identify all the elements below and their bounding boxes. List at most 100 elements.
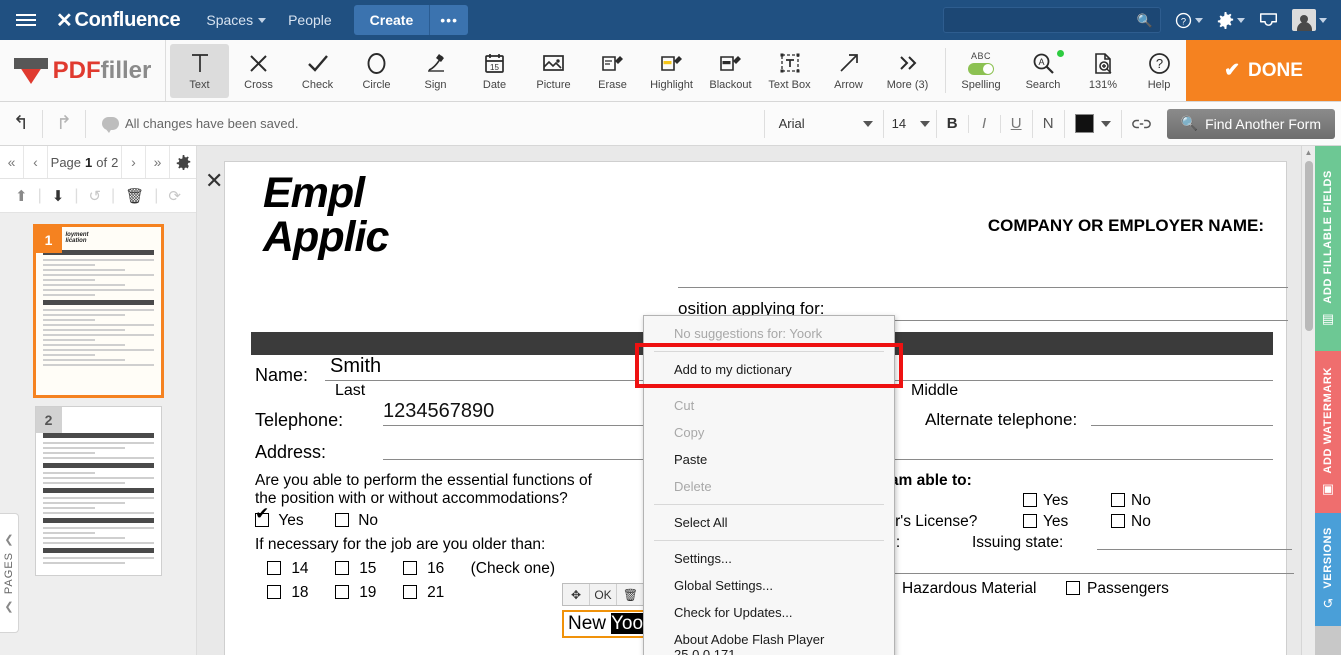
ctx-check-updates[interactable]: Check for Updates... <box>644 599 894 626</box>
ok-button[interactable]: OK <box>590 584 617 605</box>
ctx-settings[interactable]: Settings... <box>644 545 894 572</box>
license-yes-checkbox[interactable] <box>1023 514 1037 528</box>
textbox-tool-icon <box>779 50 801 76</box>
circle-tool-icon <box>366 50 387 76</box>
redo-button[interactable]: ↱ <box>43 102 85 146</box>
numeric-format-button[interactable]: N <box>1033 102 1064 146</box>
age-15-checkbox[interactable] <box>334 561 349 575</box>
confluence-search-input[interactable]: 🔍 <box>943 7 1161 33</box>
age-18-checkbox[interactable] <box>267 585 281 599</box>
tool-arrow[interactable]: Arrow <box>819 44 878 98</box>
q1-no-checkbox[interactable] <box>334 513 349 527</box>
bold-button[interactable]: B <box>937 102 968 146</box>
notifications-tray-icon[interactable] <box>1259 12 1278 28</box>
tool-spelling[interactable]: ABC Spelling <box>950 44 1012 98</box>
font-family-select[interactable]: Arial <box>765 102 883 146</box>
age-16-checkbox[interactable] <box>402 561 417 575</box>
tab-add-fillable-fields[interactable]: ADD FILLABLE FIELDS ▤ <box>1315 146 1341 351</box>
rotate-left-icon[interactable]: ↺ <box>88 187 101 205</box>
right-side-tabs: ADD FILLABLE FIELDS ▤ ADD WATERMARK ▣ VE… <box>1315 146 1341 655</box>
document-viewport[interactable]: ✕ Empl Applic COMPANY OR EMPLOYER NAME: … <box>197 146 1315 655</box>
thumbnail-page-1[interactable]: 1 loyment lication <box>32 224 164 398</box>
gear-icon[interactable] <box>170 146 196 178</box>
move-up-icon[interactable]: ⬆ <box>15 187 28 205</box>
tool-blackout[interactable]: Blackout <box>701 44 760 98</box>
tab-versions[interactable]: VERSIONS ↺ <box>1315 513 1341 626</box>
tool-zoom[interactable]: 131% <box>1074 44 1132 98</box>
ctx-paste[interactable]: Paste <box>644 446 894 473</box>
text-color-select[interactable] <box>1065 102 1121 146</box>
tool-circle[interactable]: Circle <box>347 44 406 98</box>
find-another-form-button[interactable]: 🔍 Find Another Form <box>1166 108 1335 139</box>
tool-cross[interactable]: Cross <box>229 44 288 98</box>
settings-gear-icon[interactable] <box>1217 11 1245 29</box>
tab-add-watermark[interactable]: ADD WATERMARK ▣ <box>1315 351 1341 513</box>
move-down-icon[interactable]: ⬇ <box>52 187 65 205</box>
tool-check[interactable]: Check <box>288 44 347 98</box>
confluence-mark-icon: ✕ <box>56 9 73 32</box>
ctx-select-all[interactable]: Select All <box>644 509 894 536</box>
chevron-down-icon <box>862 120 873 127</box>
passengers-label: Passengers <box>1087 580 1169 597</box>
pages-collapse-toggle[interactable]: ❮ PAGES ❮ <box>0 513 19 633</box>
thumbnail-page-2[interactable]: 2 <box>34 406 162 576</box>
undo-button[interactable]: ↰ <box>0 102 42 146</box>
divider <box>654 540 884 541</box>
confluence-logo[interactable]: ✕ Confluence <box>56 8 181 33</box>
cross-tool-icon <box>248 50 269 76</box>
font-size-select[interactable]: 14 <box>884 102 936 146</box>
issuing-state-field-line[interactable] <box>1097 549 1292 550</box>
delete-field-icon[interactable]: 🗑 <box>617 584 644 605</box>
done-button[interactable]: ✔ DONE <box>1186 40 1341 101</box>
document-scrollbar[interactable]: ▲ <box>1301 146 1315 655</box>
search-icon: 🔍 <box>1180 115 1199 131</box>
company-name-field-line[interactable] <box>678 287 1288 288</box>
user-avatar-icon[interactable] <box>1292 9 1327 31</box>
italic-button[interactable]: I <box>969 102 1000 146</box>
nav-people[interactable]: People <box>288 12 332 28</box>
passengers-checkbox[interactable] <box>1066 581 1080 595</box>
age-19-checkbox[interactable] <box>334 585 349 599</box>
scroll-up-icon[interactable]: ▲ <box>1302 146 1315 159</box>
replace-page-icon[interactable]: ⟳ <box>168 187 181 205</box>
last-page-button[interactable]: » <box>146 146 170 178</box>
tool-search-doc[interactable]: A Search <box>1012 44 1074 98</box>
next-page-button[interactable]: › <box>122 146 146 178</box>
position-field-line[interactable] <box>868 320 1288 321</box>
tool-more[interactable]: More (3) <box>878 44 937 98</box>
hamburger-icon[interactable] <box>16 14 44 26</box>
overtime-no-checkbox[interactable] <box>1111 493 1125 507</box>
page-current: 1 <box>85 154 93 170</box>
help-icon[interactable]: ? <box>1175 12 1203 29</box>
close-document-icon[interactable]: ✕ <box>205 168 223 194</box>
ctx-global-settings[interactable]: Global Settings... <box>644 572 894 599</box>
nav-spaces[interactable]: Spaces <box>206 12 267 28</box>
tool-picture[interactable]: Picture <box>524 44 583 98</box>
age-14-checkbox[interactable] <box>267 561 281 575</box>
move-field-icon[interactable]: ✥ <box>563 584 590 605</box>
tool-help[interactable]: ? Help <box>1132 44 1186 98</box>
age-15-label: 15 <box>359 560 377 577</box>
age-21-checkbox[interactable] <box>402 585 417 599</box>
tool-erase[interactable]: Erase <box>583 44 642 98</box>
overtime-yes-checkbox[interactable] <box>1023 493 1037 507</box>
tool-sign[interactable]: Sign <box>406 44 465 98</box>
create-button[interactable]: Create <box>353 5 430 35</box>
tool-date[interactable]: 15 Date <box>465 44 524 98</box>
scrollbar-thumb[interactable] <box>1305 161 1313 331</box>
ctx-about-flash[interactable]: About Adobe Flash Player 25.0.0.171... <box>644 626 894 655</box>
prev-page-button[interactable]: ‹ <box>24 146 48 178</box>
alt-telephone-field-line[interactable] <box>1091 425 1273 426</box>
insert-link-button[interactable] <box>1122 102 1161 146</box>
tool-text[interactable]: Text <box>170 43 229 98</box>
tool-highlight[interactable]: Highlight <box>642 44 701 98</box>
pdffiller-logo[interactable]: PDFfiller <box>0 40 166 101</box>
underline-button[interactable]: U <box>1001 102 1032 146</box>
thumbnail-number: 2 <box>35 407 62 433</box>
ctx-add-to-dictionary[interactable]: Add to my dictionary <box>644 356 894 383</box>
tool-textbox[interactable]: Text Box <box>760 44 819 98</box>
create-more-button[interactable]: ••• <box>429 5 468 35</box>
license-no-checkbox[interactable] <box>1111 514 1125 528</box>
first-page-button[interactable]: « <box>0 146 24 178</box>
delete-page-icon[interactable]: 🗑 <box>125 187 144 205</box>
